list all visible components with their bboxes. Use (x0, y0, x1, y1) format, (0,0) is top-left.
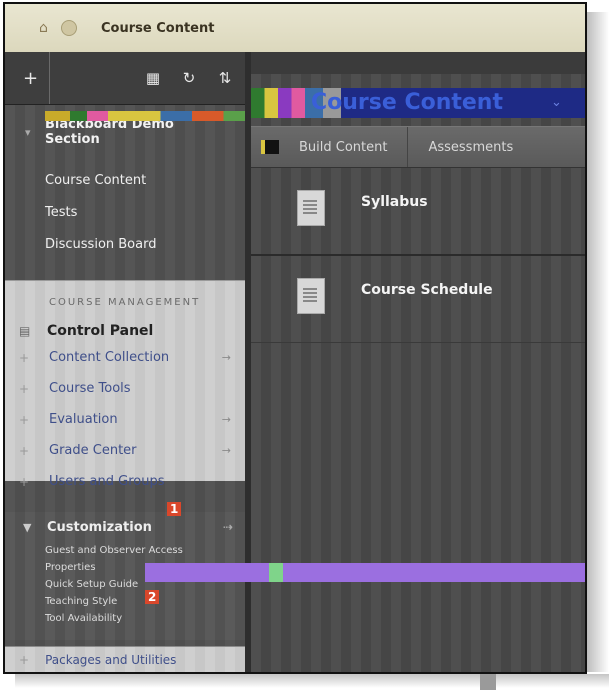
content-item: Syllabus (251, 182, 585, 256)
course-menu-toolbar: + ▦ ↻ ⇅ (5, 52, 245, 105)
content-item: Course Schedule (251, 270, 585, 343)
control-panel-label: Control Panel (47, 323, 154, 339)
document-icon (297, 278, 325, 314)
page-title-bar: Course Content ⌄ (251, 88, 585, 118)
chevron-right-icon: → (221, 351, 231, 364)
breadcrumb-bar: ⌂ Course Content (5, 4, 585, 53)
assessments-menu[interactable]: Assessments (428, 140, 513, 155)
options-arrow-icon[interactable]: ⇢ (223, 520, 233, 534)
highlight-band (145, 563, 585, 582)
menu-link-course-content[interactable]: Course Content (45, 165, 245, 197)
control-panel-header: ▤ Control Panel (5, 320, 245, 342)
content-item-title[interactable]: Course Schedule (361, 282, 493, 298)
course-title[interactable]: ▾ Blackboard Demo Section (5, 105, 255, 153)
document-icon (297, 190, 325, 226)
tool-course-tools[interactable]: + Course Tools (5, 373, 245, 404)
menu-link-tests[interactable]: Tests (45, 197, 245, 229)
menu-link-discussion-board[interactable]: Discussion Board (45, 229, 245, 261)
content-list: Syllabus Course Schedule (251, 168, 585, 343)
expand-icon[interactable]: + (19, 475, 33, 489)
tool-content-collection[interactable]: + Content Collection → (5, 342, 245, 373)
edit-mode-icon[interactable] (261, 140, 279, 154)
course-management-heading: COURSE MANAGEMENT (49, 297, 201, 308)
expand-icon[interactable]: + (19, 351, 33, 365)
tool-users-and-groups[interactable]: + Users and Groups (5, 466, 245, 497)
collapse-icon[interactable]: ▼ (23, 521, 35, 534)
expand-icon[interactable]: + (19, 413, 33, 427)
packages-and-utilities[interactable]: + Packages and Utilities (5, 646, 245, 672)
reorder-icon[interactable]: ⇅ (214, 69, 236, 87)
refresh-icon[interactable]: ↻ (178, 69, 200, 87)
page-title: Course Content (311, 90, 503, 115)
home-icon[interactable]: ⌂ (39, 21, 55, 35)
add-menu-item-icon[interactable]: + (23, 68, 39, 89)
tool-evaluation[interactable]: + Evaluation → (5, 404, 245, 435)
customization-header[interactable]: ▼ Customization ⇢ (5, 512, 245, 542)
browser-frame: ⌂ Course Content + ▦ ↻ ⇅ ▾ Blackboard De… (3, 2, 587, 674)
manage-folder-icon[interactable]: ▦ (142, 69, 164, 87)
breadcrumb-current: Course Content (101, 20, 215, 36)
course-title-line2: Section (45, 132, 100, 147)
link-tool-availability[interactable]: Tool Availability (45, 610, 245, 627)
chevron-right-icon: → (221, 413, 231, 426)
link-guest-observer-access[interactable]: Guest and Observer Access (45, 542, 245, 559)
expand-icon[interactable]: + (19, 653, 29, 667)
tool-grade-center[interactable]: + Grade Center → (5, 435, 245, 466)
content-item-title[interactable]: Syllabus (361, 194, 428, 210)
control-panel-icon: ▤ (19, 324, 31, 338)
course-management-panel: COURSE MANAGEMENT ▤ Control Panel + Cont… (5, 280, 245, 489)
callout-1: 1 (167, 502, 182, 516)
expand-icon[interactable]: + (19, 382, 33, 396)
menu-toggle-icon[interactable] (61, 20, 77, 36)
expand-icon[interactable]: + (19, 444, 33, 458)
collapse-icon[interactable]: ▾ (25, 125, 31, 140)
build-content-menu[interactable]: Build Content (299, 140, 387, 155)
chevron-down-icon[interactable]: ⌄ (551, 95, 562, 110)
callout-2: 2 (145, 590, 160, 604)
chevron-right-icon: → (221, 444, 231, 457)
action-bar: Build Content Assessments (251, 126, 585, 168)
